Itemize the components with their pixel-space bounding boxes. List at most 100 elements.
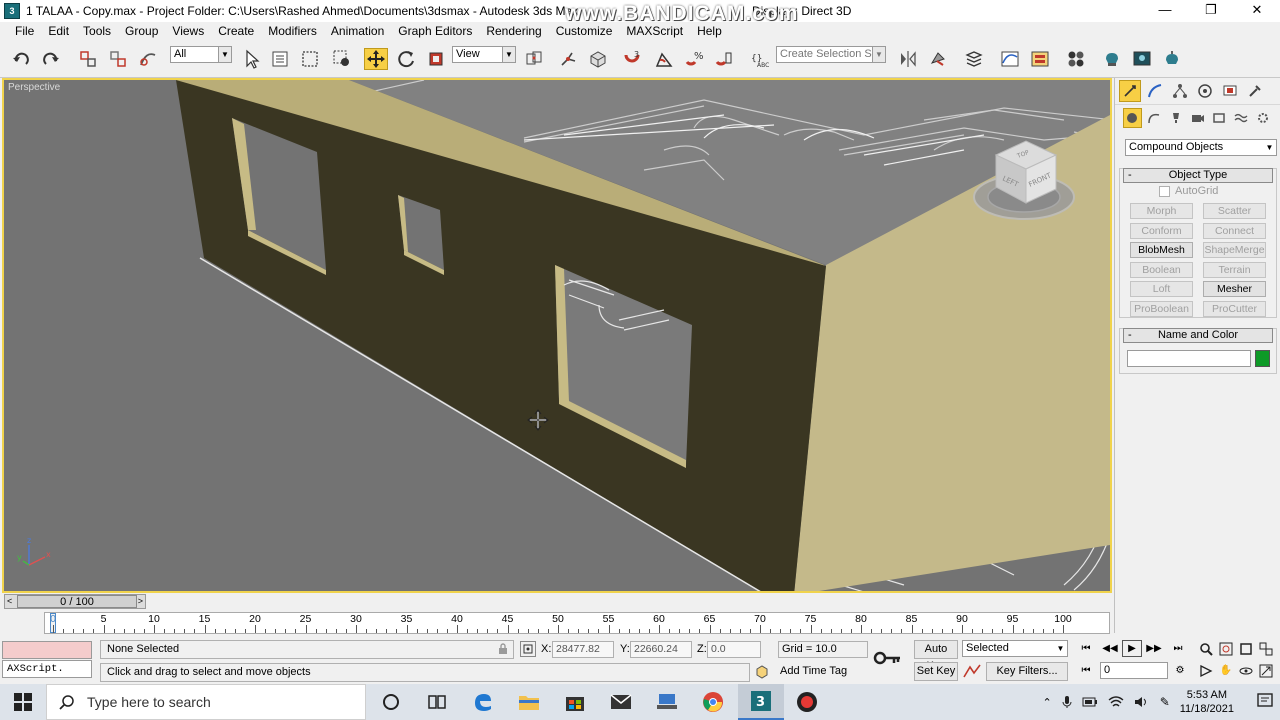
material-editor-icon[interactable] [1064, 48, 1088, 70]
taskbar-clock[interactable]: 5:53 AM 11/18/2021 [1180, 688, 1234, 716]
3ds-max-taskbar-icon[interactable] [644, 684, 690, 720]
time-slider-next-icon[interactable]: > [138, 595, 143, 608]
time-slider-thumb[interactable]: 0 / 100 [17, 595, 137, 608]
name-and-color-rollout-header[interactable]: - Name and Color [1123, 328, 1273, 343]
play-icon[interactable]: ▶ [1122, 640, 1142, 657]
lights-icon[interactable] [1167, 108, 1186, 128]
select-by-name-icon[interactable] [268, 48, 292, 70]
microsoft-store-icon[interactable] [552, 684, 598, 720]
morph-button[interactable]: Morph [1130, 203, 1193, 219]
object-name-input[interactable] [1127, 350, 1251, 367]
autogrid-checkbox[interactable]: AutoGrid [1159, 185, 1218, 197]
perspective-viewport[interactable]: TOP LEFT FRONT z x y Perspective [2, 78, 1112, 593]
space-warps-icon[interactable] [1232, 108, 1251, 128]
shapes-icon[interactable] [1145, 108, 1164, 128]
proboolean-button[interactable]: ProBoolean [1130, 301, 1193, 317]
geometry-icon[interactable] [1123, 107, 1142, 128]
menu-animation[interactable]: Animation [324, 24, 391, 38]
loft-button[interactable]: Loft [1130, 281, 1193, 297]
window-crossing-icon[interactable] [330, 48, 354, 70]
maximize-viewport-icon[interactable] [1256, 662, 1276, 679]
show-hidden-icons-icon[interactable]: ⌃ [1042, 696, 1051, 709]
absolute-mode-transform-icon[interactable] [520, 641, 536, 657]
blobmesh-button[interactable]: BlobMesh [1130, 242, 1193, 258]
default-in-out-tangents-icon[interactable] [962, 663, 982, 682]
render-production-icon[interactable] [1160, 48, 1184, 70]
modify-tab-icon[interactable] [1144, 80, 1166, 102]
reference-coordinate-dropdown[interactable]: View ▼ [452, 46, 516, 63]
mirror-icon[interactable] [896, 48, 920, 70]
systems-icon[interactable] [1253, 108, 1272, 128]
x-coord-field[interactable]: 28477.82 [552, 641, 614, 658]
key-mode-dropdown[interactable]: Selected ▼ [962, 640, 1068, 657]
select-object-icon[interactable] [240, 48, 264, 70]
notification-center-icon[interactable] [1256, 692, 1274, 713]
time-tag-icon[interactable] [754, 664, 770, 683]
hierarchy-tab-icon[interactable] [1169, 80, 1191, 102]
unlink-selection-icon[interactable] [106, 48, 130, 70]
current-frame-field[interactable]: 0 [1100, 662, 1168, 679]
spinner-snap-toggle-icon[interactable] [712, 48, 736, 70]
lock-icon[interactable] [498, 643, 508, 658]
terrain-button[interactable]: Terrain [1203, 262, 1266, 278]
3dsmax-running-icon[interactable]: 3 [738, 684, 784, 720]
mail-icon[interactable] [598, 684, 644, 720]
start-button[interactable] [0, 684, 46, 720]
y-coord-field[interactable]: 22660.24 [630, 641, 692, 658]
menu-create[interactable]: Create [211, 24, 261, 38]
menu-modifiers[interactable]: Modifiers [261, 24, 324, 38]
pan-view-icon[interactable]: ✋ [1216, 662, 1236, 679]
chrome-icon[interactable] [690, 684, 736, 720]
menu-file[interactable]: File [8, 24, 41, 38]
go-to-end-icon[interactable]: ⏭ [1168, 640, 1188, 657]
utilities-tab-icon[interactable] [1244, 80, 1266, 102]
scatter-button[interactable]: Scatter [1203, 203, 1266, 219]
object-color-swatch[interactable] [1255, 350, 1270, 367]
zoom-all-icon[interactable] [1216, 640, 1236, 657]
time-configuration-icon[interactable]: ⚙ [1170, 662, 1190, 679]
file-explorer-icon[interactable] [506, 684, 552, 720]
use-pivot-center-icon[interactable] [522, 48, 546, 70]
menu-tools[interactable]: Tools [76, 24, 118, 38]
display-tab-icon[interactable] [1219, 80, 1241, 102]
connect-button[interactable]: Connect [1203, 223, 1266, 239]
snaps-toggle-icon[interactable]: 3 [620, 48, 644, 70]
zoom-extents-all-icon[interactable] [1256, 640, 1276, 657]
mesher-button[interactable]: Mesher [1203, 281, 1266, 297]
zoom-icon[interactable] [1196, 640, 1216, 657]
conform-button[interactable]: Conform [1130, 223, 1193, 239]
redo-icon[interactable] [38, 48, 62, 70]
next-frame-icon[interactable]: ▶▶ [1144, 640, 1164, 657]
select-and-manipulate-icon[interactable] [556, 48, 580, 70]
schematic-view-icon[interactable] [1028, 48, 1052, 70]
orbit-icon[interactable] [1236, 662, 1256, 679]
maximize-button[interactable]: ❐ [1188, 0, 1234, 22]
edit-named-selection-icon[interactable]: {} ABC [748, 48, 772, 70]
object-type-rollout-header[interactable]: - Object Type [1123, 168, 1273, 183]
select-and-rotate-icon[interactable] [394, 48, 418, 70]
object-category-dropdown[interactable]: Compound Objects ▼ [1125, 139, 1277, 156]
align-icon[interactable] [926, 48, 950, 70]
key-filters-button[interactable]: Key Filters... [986, 662, 1068, 681]
cortana-icon[interactable] [368, 684, 414, 720]
keyboard-shortcut-override-icon[interactable] [586, 48, 610, 70]
zoom-extents-icon[interactable] [1236, 640, 1256, 657]
timeline-ruler[interactable]: 0 5 10 15 20 25 30 35 40 45 50 55 60 65 70 75 80 85 90 95 10… [44, 612, 1110, 634]
cameras-icon[interactable] [1188, 108, 1207, 128]
viewport-label[interactable]: Perspective [8, 82, 60, 93]
maxscript-mini-listener[interactable]: AXScript. [2, 660, 92, 678]
rendered-frame-window-icon[interactable] [1130, 48, 1154, 70]
bandicam-recording-icon[interactable] [784, 684, 830, 720]
set-key-button[interactable]: Set Key [914, 662, 958, 681]
curve-editor-icon[interactable] [998, 48, 1022, 70]
edge-browser-icon[interactable] [460, 684, 506, 720]
bind-to-space-warp-icon[interactable] [136, 48, 160, 70]
shapemerge-button[interactable]: ShapeMerge [1203, 242, 1266, 258]
selection-filter-dropdown[interactable]: All ▼ [170, 46, 232, 63]
menu-graph-editors[interactable]: Graph Editors [391, 24, 479, 38]
time-slider-track[interactable]: < 0 / 100 > [4, 594, 146, 609]
motion-tab-icon[interactable] [1194, 80, 1216, 102]
render-setup-icon[interactable] [1100, 48, 1124, 70]
manage-layers-icon[interactable] [962, 48, 986, 70]
create-tab-icon[interactable] [1119, 80, 1141, 102]
